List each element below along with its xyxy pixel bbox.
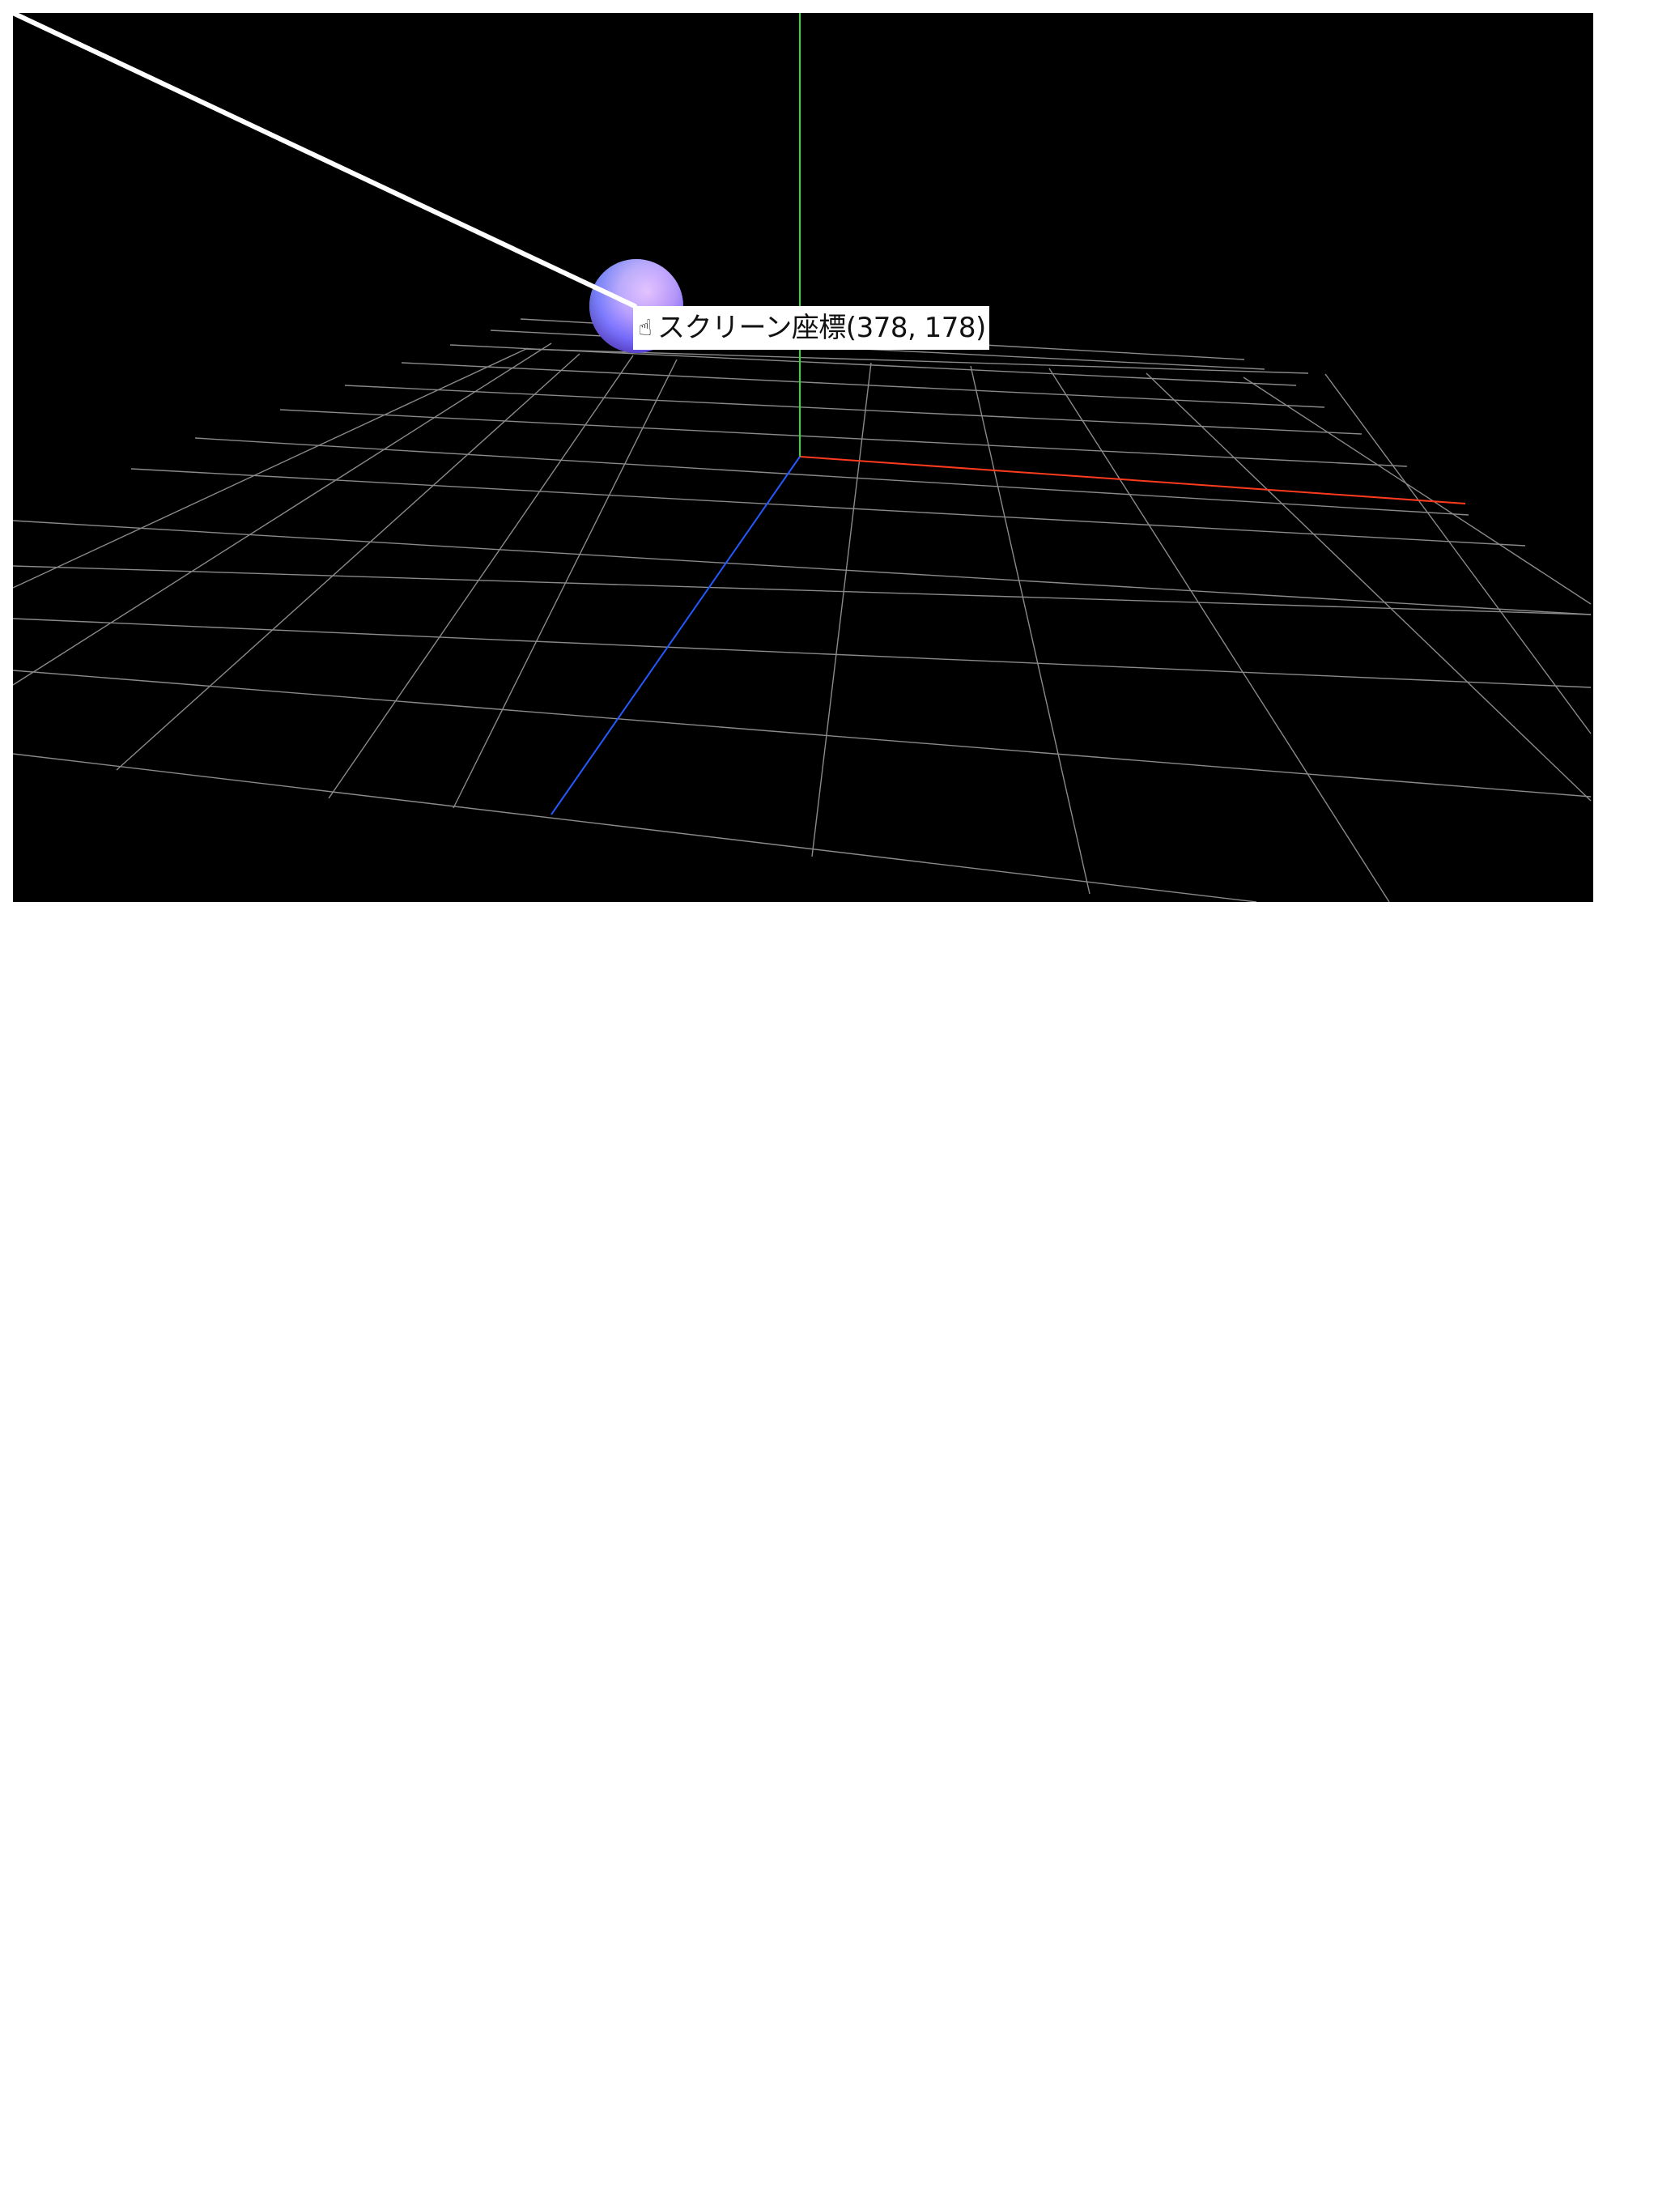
grid-line xyxy=(13,342,552,686)
grid-line xyxy=(1324,373,1592,734)
floor-grid xyxy=(13,318,1592,902)
grid-line xyxy=(13,753,1257,902)
grid-line xyxy=(13,347,529,589)
screen-coordinate-label: ☝ スクリーン座標(378, 178) xyxy=(633,306,989,350)
grid-line xyxy=(130,468,1526,547)
grid-line xyxy=(1243,376,1592,605)
grid-line xyxy=(279,409,1408,467)
pointing-hand-icon: ☝ xyxy=(638,314,653,341)
webgl-viewport[interactable]: ☝ スクリーン座標(378, 178) xyxy=(13,13,1593,902)
grid-line xyxy=(970,365,1090,895)
grid-line xyxy=(1048,368,1390,902)
grid-line xyxy=(525,348,1309,374)
grid-line xyxy=(194,437,1469,516)
grid-line xyxy=(116,353,580,771)
coordinate-text: スクリーン座標(378, 178) xyxy=(657,312,986,344)
grid-line xyxy=(453,359,678,809)
raycast-line xyxy=(13,13,637,308)
grid-line xyxy=(1146,372,1592,802)
grid-line xyxy=(344,385,1363,435)
grid-line xyxy=(13,618,1592,688)
three-d-scene[interactable] xyxy=(13,13,1593,902)
grid-line xyxy=(13,670,1592,798)
z-axis-line xyxy=(551,456,801,815)
